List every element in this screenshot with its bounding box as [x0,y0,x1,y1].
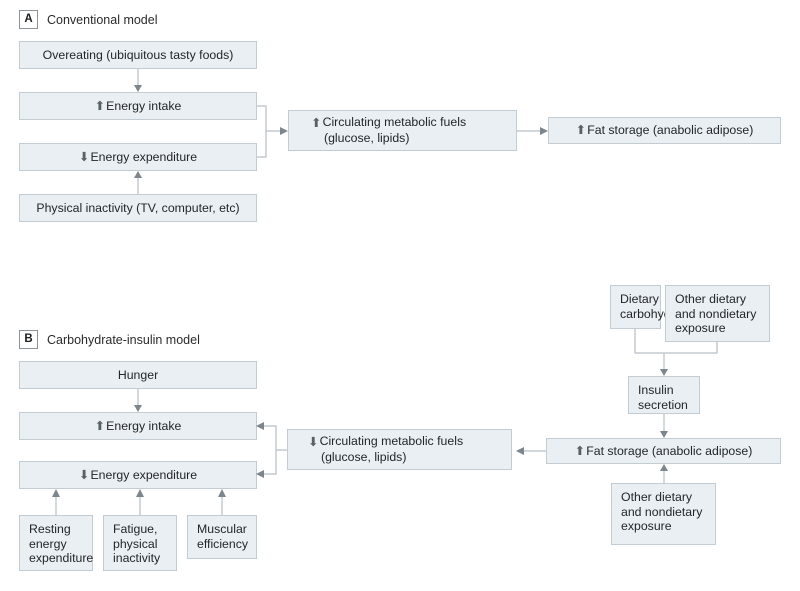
down-arrow-icon: ⬇ [78,149,90,164]
node-resting-energy-expenditure: Resting energy expenditure [19,515,93,571]
panel-b-letter: B [19,330,38,349]
node-a-energy-intake: ⬆ Energy intake [19,92,257,120]
up-arrow-icon: ⬆ [94,98,106,113]
node-physical-inactivity: Physical inactivity (TV, computer, etc) [19,194,257,222]
panel-a-title: Conventional model [47,12,158,27]
node-muscular-efficiency: Muscular efficiency [187,515,257,559]
node-fatigue-physical-inactivity: Fatigue, physical inactivity [103,515,177,571]
node-dietary-carbohydrate: Dietary carbohydrate [610,285,692,329]
panel-a-header: A Conventional model [19,10,158,29]
node-b-circulating-fuels: ⬇Circulating metabolic fuels (glucose, l… [287,429,512,470]
node-overeating: Overeating (ubiquitous tasty foods) [19,41,257,69]
up-arrow-icon: ⬆ [574,443,586,458]
node-b-energy-expenditure: ⬇ Energy expenditure [19,461,257,489]
figure-canvas: A Conventional model Overeating (ubiquit… [0,0,800,591]
node-hunger: Hunger [19,361,257,389]
up-arrow-icon: ⬆ [311,116,322,131]
panel-b-header: B Carbohydrate-insulin model [19,330,200,349]
node-b-energy-intake: ⬆ Energy intake [19,412,257,440]
node-a-fat-storage: ⬆ Fat storage (anabolic adipose) [548,117,781,144]
down-arrow-icon: ⬇ [78,467,90,482]
node-other-exposure-top: Other dietary and nondietary exposure [665,285,770,342]
node-other-exposure-bottom: Other dietary and nondietary exposure [611,483,716,545]
node-b-fat-storage: ⬆ Fat storage (anabolic adipose) [546,438,781,464]
node-a-circulating-fuels: ⬆Circulating metabolic fuels (glucose, l… [288,110,517,151]
up-arrow-icon: ⬆ [575,123,587,138]
panel-a-letter: A [19,10,38,29]
node-a-energy-expenditure: ⬇ Energy expenditure [19,143,257,171]
node-insulin-secretion: Insulin secretion [628,376,700,414]
up-arrow-icon: ⬆ [94,418,106,433]
panel-b-title: Carbohydrate-insulin model [47,332,200,347]
down-arrow-icon: ⬇ [308,435,319,450]
